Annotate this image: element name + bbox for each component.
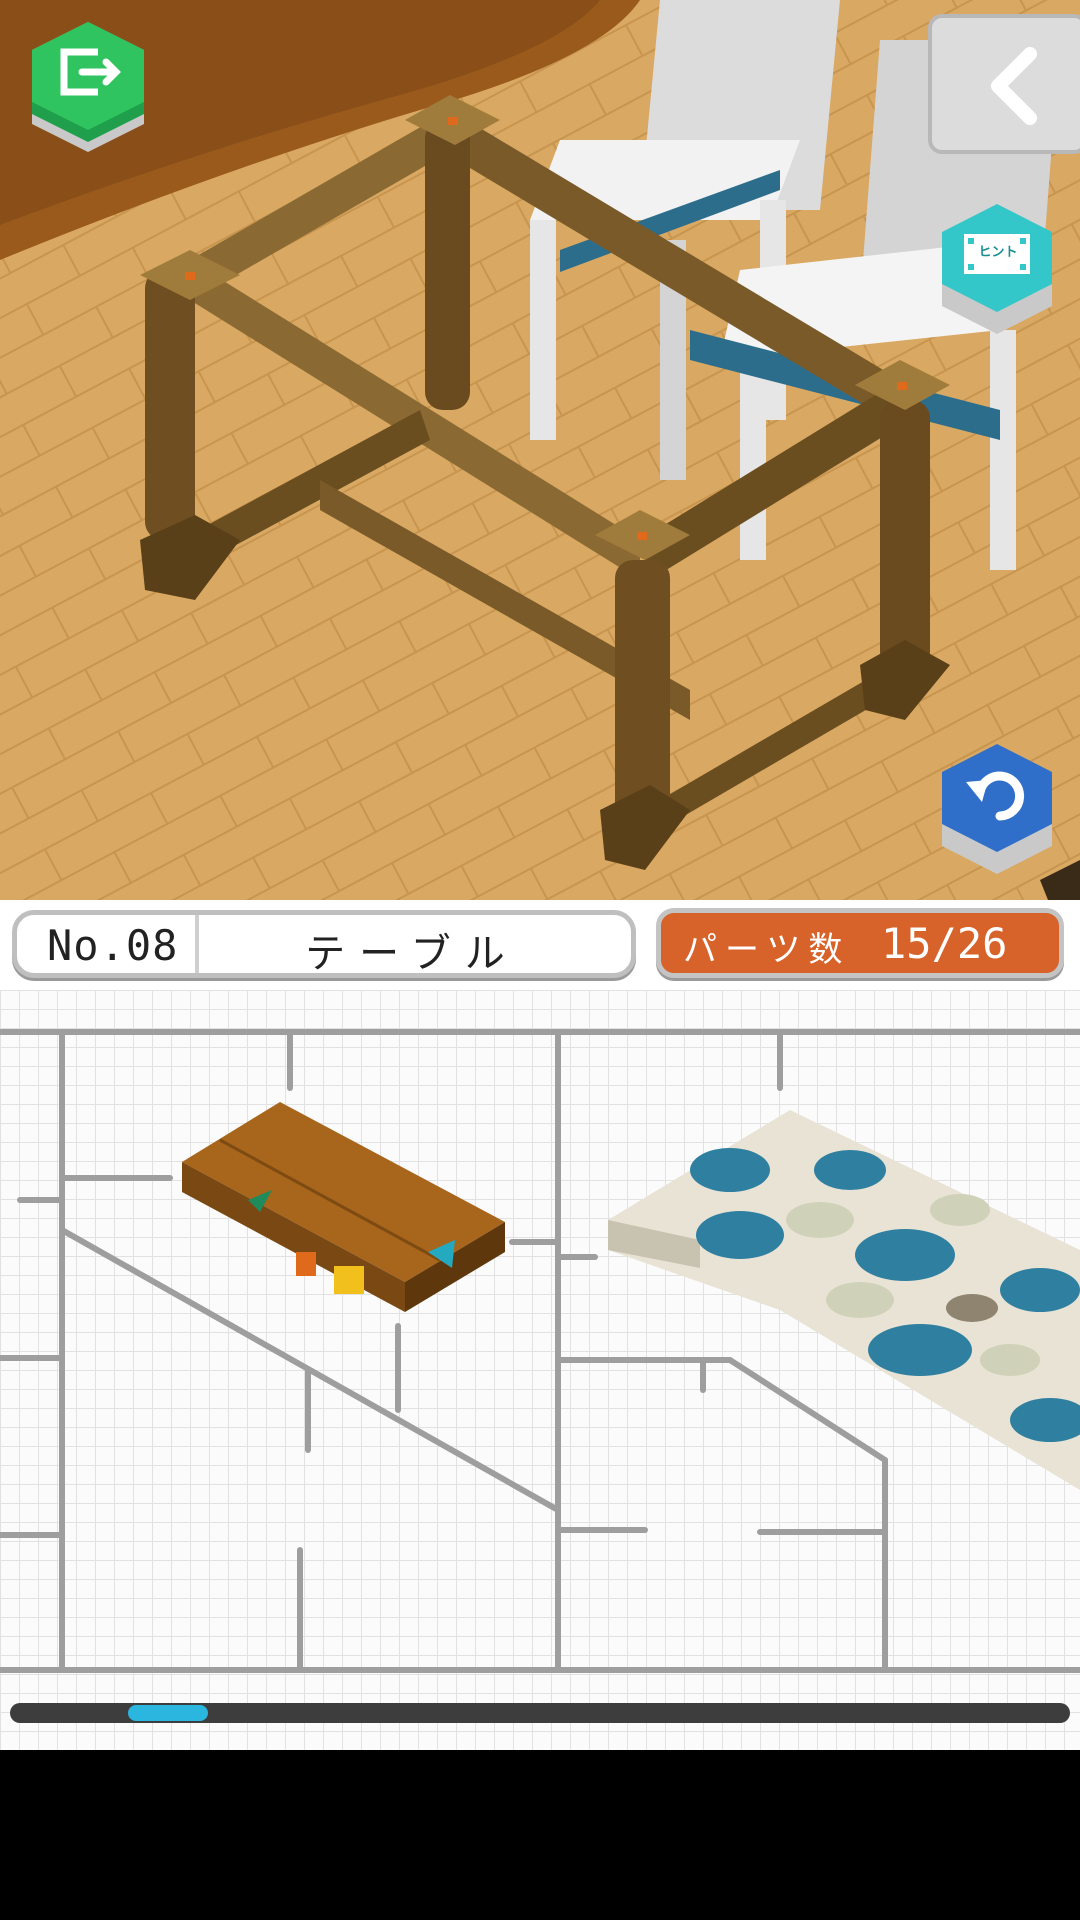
level-number: No.08 bbox=[47, 921, 179, 970]
exit-button[interactable] bbox=[24, 18, 152, 158]
tabletop-plank-part[interactable] bbox=[182, 1102, 505, 1312]
level-divider bbox=[195, 915, 199, 973]
tray-scrollbar[interactable] bbox=[10, 1703, 1070, 1723]
parts-tray[interactable] bbox=[0, 990, 1080, 1750]
assembly-scene[interactable]: ヒント bbox=[0, 0, 1080, 930]
hint-button[interactable]: ヒント bbox=[934, 200, 1060, 340]
parts-count: 15/26 bbox=[881, 919, 1008, 968]
tray-runners bbox=[0, 1029, 1080, 1673]
scene-artwork bbox=[0, 0, 1080, 930]
level-name: テーブル bbox=[305, 931, 519, 977]
parts-label: パーツ数 bbox=[683, 930, 851, 970]
letterbox-bottom bbox=[0, 1750, 1080, 1920]
hint-label: ヒント bbox=[978, 245, 1018, 260]
level-panel: No.08 テーブル bbox=[12, 910, 636, 978]
tray-scroll-thumb[interactable] bbox=[128, 1705, 208, 1721]
undo-icon bbox=[942, 744, 1052, 874]
chevron-left-icon bbox=[991, 47, 1037, 125]
parts-count-badge: パーツ数 15/26 bbox=[656, 908, 1064, 978]
hint-film-icon bbox=[942, 204, 1052, 334]
exit-door-icon bbox=[32, 22, 144, 152]
back-button[interactable] bbox=[928, 14, 1080, 154]
undo-button[interactable] bbox=[934, 740, 1060, 880]
